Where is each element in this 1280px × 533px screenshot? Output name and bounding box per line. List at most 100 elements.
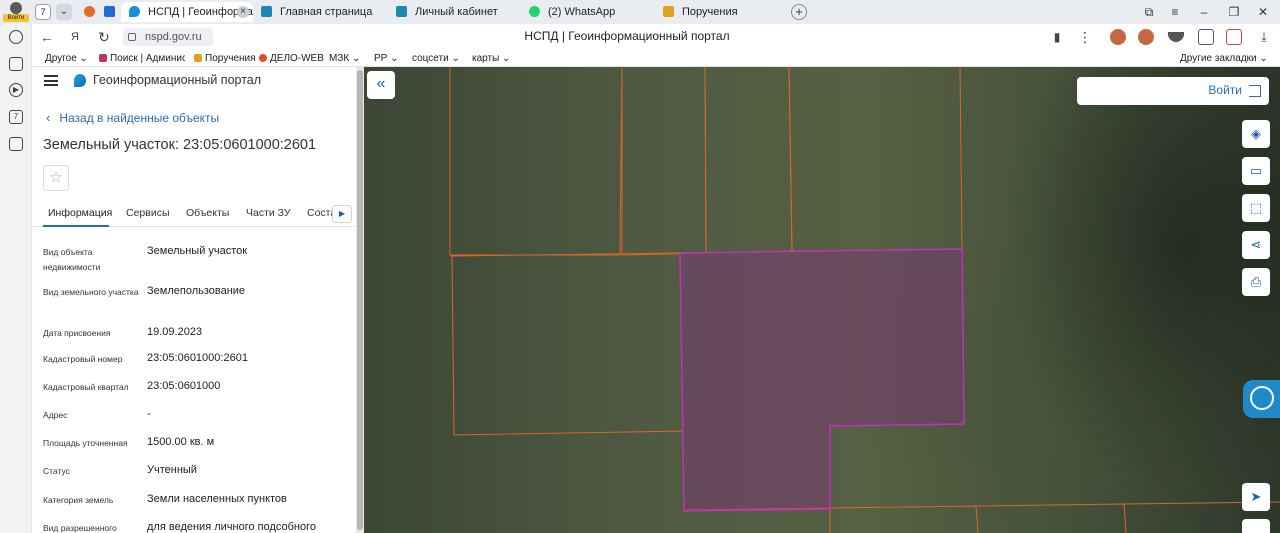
field-label: Вид земельного участка — [43, 287, 139, 297]
geolocation-button[interactable]: ➤ — [1242, 483, 1270, 511]
avatar-icon — [10, 2, 22, 14]
select-area-button[interactable]: ⬚ — [1242, 194, 1270, 222]
bookmark-folder-other[interactable]: Другое ⌄ — [45, 52, 88, 65]
tab-services[interactable]: Сервисы — [126, 207, 170, 219]
chat-icon — [1250, 386, 1274, 410]
tab-list-chevron-icon[interactable]: ⌄ — [56, 4, 72, 20]
map-tool-button[interactable] — [1242, 519, 1270, 533]
chevron-left-icon: ‹ — [46, 110, 51, 125]
notes-icon[interactable] — [9, 57, 23, 71]
bookmark-label: Другое — [45, 53, 77, 64]
layers-button[interactable]: ◈ — [1242, 120, 1270, 148]
bookmark-folder-other-bookmarks[interactable]: Другие закладки ⌄ — [1180, 52, 1268, 65]
bookmark-folder-rr[interactable]: РР ⌄ — [374, 52, 399, 65]
tab-nspd[interactable]: НСПД | Геоинформаци × — [121, 2, 253, 22]
nspd-favicon-icon — [129, 6, 140, 17]
map-view[interactable]: « Войти ◈ ▭ ⬚ ⋖ ⎙ ➤ — [364, 67, 1280, 533]
bookmark-label: Другие закладки — [1180, 53, 1257, 64]
field-label: Кадастровый номер — [43, 354, 123, 364]
field-value: Земли населенных пунктов — [147, 493, 287, 505]
address-bar: ← Я ↻ nspd.gov.ru НСПД | Геоинформационн… — [32, 24, 1280, 50]
collapse-panel-button[interactable]: « — [367, 71, 395, 99]
object-title: Земельный участок: 23:05:0601000:2601 — [43, 137, 317, 153]
calendar-icon[interactable]: 7 — [9, 110, 23, 124]
bookmark-favicon-icon — [259, 54, 267, 62]
tab-label: Личный кабинет — [415, 6, 498, 18]
field-label: Адрес — [43, 410, 68, 420]
bookmark-favicon-icon — [194, 54, 202, 62]
tab-main-page[interactable]: Главная страница — [261, 2, 391, 22]
tab-personal-cabinet[interactable]: Личный кабинет — [396, 2, 526, 22]
field-label: Дата присвоения — [43, 328, 111, 338]
favorite-star-button[interactable]: ☆ — [43, 165, 69, 191]
extension-icon[interactable] — [1226, 29, 1242, 45]
parcel-boundary — [621, 67, 707, 256]
tab-label: Поручения — [682, 6, 738, 18]
parcel-boundary — [788, 67, 963, 252]
close-window-button[interactable]: ✕ — [1254, 3, 1272, 21]
layers-icon: ◈ — [1251, 126, 1261, 141]
back-to-results-link[interactable]: ‹ Назад в найденные объекты — [46, 110, 219, 125]
object-info-panel: Геоинформационный портал ‹ Назад в найден… — [32, 67, 356, 533]
tabs-scroll-right-icon[interactable]: ▶ — [332, 205, 352, 223]
gov-favicon-icon — [396, 6, 407, 17]
hamburger-menu-icon[interactable] — [44, 75, 58, 86]
bookmark-folder-maps[interactable]: карты ⌄ — [472, 52, 510, 65]
bookmark-label: РР — [374, 53, 388, 64]
menu-icon[interactable]: ≡ — [1166, 3, 1184, 21]
share-icon: ⋖ — [1250, 237, 1262, 252]
tab-parts[interactable]: Части ЗУ — [246, 207, 291, 219]
login-button[interactable]: Войти — [1077, 77, 1269, 105]
mail-app-icon[interactable] — [104, 6, 115, 17]
browser-side-panel: ▶ 7 — [0, 24, 32, 533]
history-icon[interactable] — [9, 30, 23, 44]
active-tab-indicator — [43, 225, 109, 227]
bookmark-label: МЗК — [329, 53, 350, 64]
extension-icon[interactable] — [1198, 29, 1214, 45]
measure-button[interactable]: ▭ — [1242, 157, 1270, 185]
login-icon — [1249, 85, 1261, 97]
info-tabs: Информация Сервисы Объекты Части ЗУ Сост… — [32, 201, 356, 227]
field-value: Земельный участок — [147, 245, 248, 257]
close-tab-icon[interactable]: × — [237, 6, 249, 18]
bookmark-delo-web[interactable]: ДЕЛО-WEB — [259, 52, 324, 65]
screenshot-icon[interactable] — [9, 137, 23, 151]
assistant-button[interactable] — [1243, 380, 1280, 418]
new-tab-button[interactable]: + — [791, 4, 807, 20]
minimize-button[interactable]: – — [1195, 3, 1213, 21]
bookmark-label: ДЕЛО-WEB — [270, 53, 324, 64]
bookmark-porucheniya[interactable]: Поручения — [194, 52, 256, 65]
selected-parcel — [679, 248, 965, 512]
play-icon[interactable]: ▶ — [9, 83, 23, 97]
bookmark-folder-social[interactable]: соцсети ⌄ — [412, 52, 460, 65]
bookmark-search-admin[interactable]: Поиск | Админис — [99, 52, 185, 65]
field-value: для ведения личного подсобного — [147, 521, 317, 533]
downloads-icon[interactable]: ⤓ — [1256, 29, 1272, 45]
bookmark-label: карты — [472, 53, 500, 64]
tab-porucheniya[interactable]: Поручения — [663, 2, 783, 22]
tab-label: (2) WhatsApp — [548, 6, 616, 18]
yandex-app-icon[interactable] — [84, 6, 95, 17]
bookmark-icon[interactable]: ▮ — [1048, 28, 1066, 46]
extension-icon[interactable] — [1110, 29, 1126, 45]
tab-count-badge[interactable]: 7 — [35, 4, 51, 20]
parcel-boundary — [704, 67, 793, 254]
bookmark-folder-mzk[interactable]: МЗК ⌄ — [329, 52, 360, 65]
browser-tab-bar: Войти 7 ⌄ НСПД | Геоинформаци × Главная … — [0, 0, 1280, 24]
panel-scrollbar-thumb[interactable] — [357, 70, 363, 530]
tab-objects[interactable]: Объекты — [186, 207, 229, 219]
parcel-boundary — [683, 507, 831, 533]
extension-icon[interactable] — [1138, 29, 1154, 45]
bookmarks-panel-icon[interactable]: ⧉ — [1140, 3, 1158, 21]
profile-button[interactable]: Войти — [3, 1, 29, 23]
chart-favicon-icon — [663, 6, 674, 17]
more-options-icon[interactable]: ⋮ — [1076, 28, 1094, 46]
select-area-icon: ⬚ — [1249, 200, 1263, 215]
tab-information[interactable]: Информация — [48, 207, 112, 219]
tab-whatsapp[interactable]: (2) WhatsApp — [529, 2, 659, 22]
restore-button[interactable]: ❐ — [1225, 3, 1243, 21]
print-button[interactable]: ⎙ — [1242, 268, 1270, 296]
portal-brand: Геоинформационный портал — [93, 73, 262, 87]
field-value: Учтенный — [147, 464, 197, 476]
share-button[interactable]: ⋖ — [1242, 231, 1270, 259]
